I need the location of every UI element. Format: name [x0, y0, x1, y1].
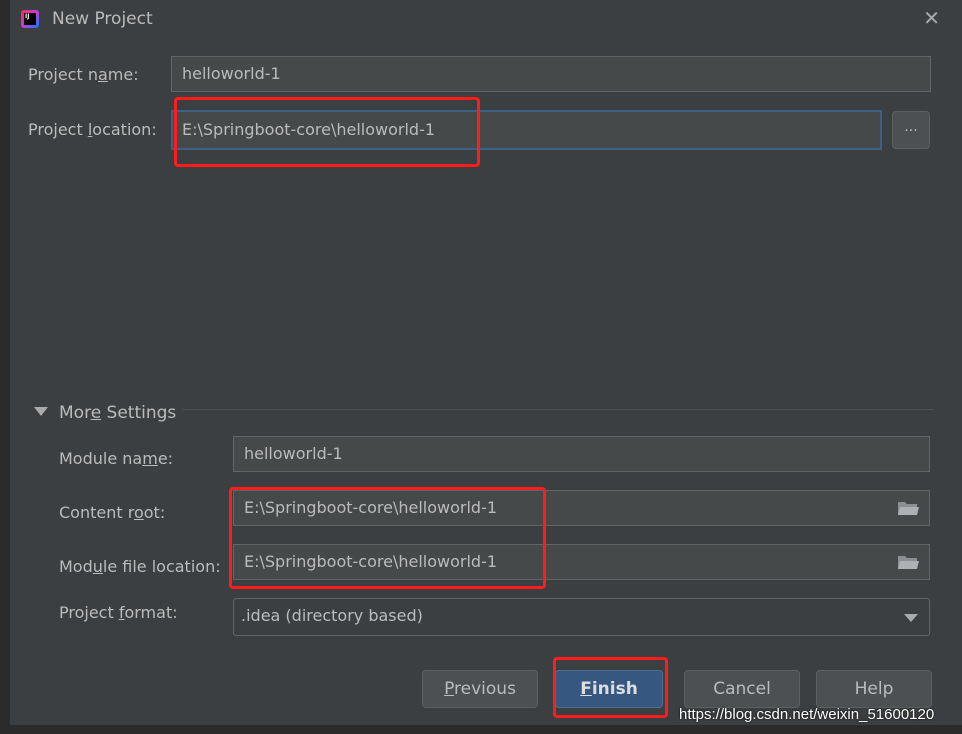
- project-format-select[interactable]: .idea (directory based): [233, 598, 930, 636]
- module-file-location-value: E:\Springboot-core\helloworld-1: [244, 552, 498, 571]
- browse-button[interactable]: ...: [892, 111, 930, 149]
- content-root-value: E:\Springboot-core\helloworld-1: [244, 498, 498, 517]
- content-root-label: Content root:: [59, 503, 166, 522]
- dialog-title: New Project: [52, 9, 153, 29]
- collapse-triangle-icon[interactable]: [34, 407, 48, 416]
- module-file-location-label: Module file location:: [59, 557, 221, 576]
- divider: [183, 409, 934, 410]
- previous-button[interactable]: Previous: [422, 670, 538, 708]
- project-location-input[interactable]: E:\Springboot-core\helloworld-1: [171, 110, 882, 150]
- intellij-idea-icon: IJ: [21, 10, 39, 28]
- folder-icon[interactable]: [897, 554, 919, 570]
- project-format-label: Project format:: [59, 603, 178, 622]
- module-name-input[interactable]: helloworld-1: [233, 436, 930, 472]
- finish-button[interactable]: Finish: [555, 670, 663, 708]
- project-location-label: Project location:: [28, 120, 157, 139]
- chevron-down-icon[interactable]: [904, 614, 918, 622]
- help-button[interactable]: Help: [816, 670, 932, 708]
- project-name-input[interactable]: helloworld-1: [171, 56, 931, 92]
- module-name-label: Module name:: [59, 449, 174, 468]
- close-icon[interactable]: ✕: [923, 6, 940, 30]
- content-root-input[interactable]: E:\Springboot-core\helloworld-1: [233, 490, 930, 526]
- title-bar: IJ New Project ✕: [10, 0, 962, 40]
- cancel-button[interactable]: Cancel: [684, 670, 800, 708]
- module-file-location-input[interactable]: E:\Springboot-core\helloworld-1: [233, 544, 930, 580]
- watermark: https://blog.csdn.net/weixin_51600120: [679, 706, 935, 723]
- project-name-label: Project name:: [28, 65, 139, 84]
- folder-icon[interactable]: [897, 500, 919, 516]
- more-settings-toggle[interactable]: More Settings: [59, 403, 176, 423]
- new-project-dialog: IJ New Project ✕ Project name: helloworl…: [10, 0, 962, 725]
- project-format-value: .idea (directory based): [241, 606, 423, 625]
